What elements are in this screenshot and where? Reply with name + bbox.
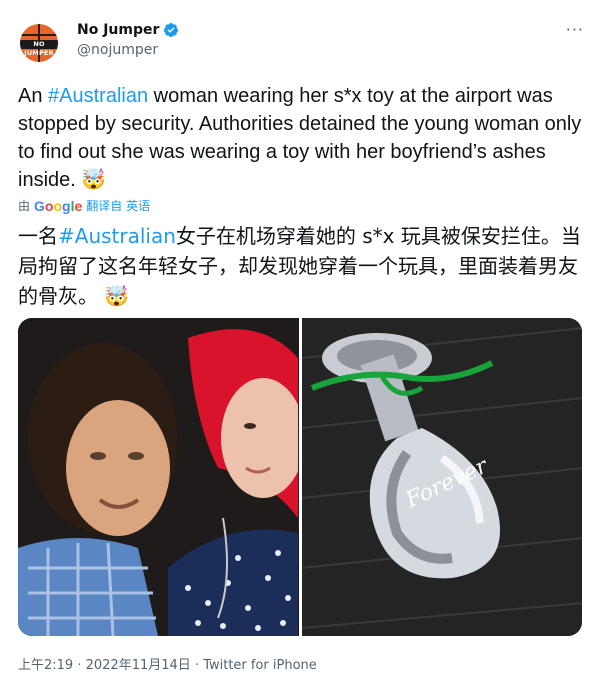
display-name[interactable]: No Jumper — [77, 22, 159, 38]
media-grid: Forever — [18, 318, 582, 636]
translation-prefix: 一名 — [18, 224, 58, 248]
exploding-head-emoji: 🤯 — [81, 169, 107, 191]
author-handle[interactable]: @nojumper — [77, 42, 158, 58]
avatar-logo-text: NO JUMPER — [20, 40, 58, 57]
author-name-row[interactable]: No Jumper — [77, 22, 179, 38]
translate-source-link[interactable]: 翻译自 英语 — [86, 197, 150, 214]
translation-emoji: 🤯 — [104, 284, 130, 308]
translated-text: 一名#Australian女子在机场穿着她的 s*x 玩具被保安拦住。当局拘留了… — [18, 221, 584, 311]
plug-photo[interactable]: Forever — [301, 318, 582, 636]
google-logo: Google — [34, 197, 83, 214]
hashtag-link[interactable]: #Australian — [48, 85, 148, 107]
couple-photo-illustration — [18, 318, 299, 636]
translation-hashtag-link[interactable]: #Australian — [58, 224, 176, 248]
translated-by-label: 由 — [18, 199, 31, 213]
tweet-metadata: 上午2:19 · 2022年11月14日 · Twitter for iPhon… — [18, 658, 317, 673]
tweet-prefix: An — [18, 85, 49, 107]
tweet-time[interactable]: 上午2:19 — [18, 658, 73, 673]
plug-photo-illustration: Forever — [301, 318, 582, 636]
couple-photo[interactable] — [18, 318, 299, 636]
more-icon[interactable]: ··· — [566, 20, 584, 39]
tweet-source[interactable]: Twitter for iPhone — [203, 658, 317, 673]
translation-attribution: 由 Google 翻译自 英语 — [18, 197, 150, 214]
avatar[interactable]: NO JUMPER — [18, 22, 60, 64]
tweet-text: An #Australian woman wearing her s*x toy… — [18, 82, 584, 194]
avatar-basketball-logo: NO JUMPER — [20, 24, 58, 62]
tweet-date[interactable]: 2022年11月14日 — [86, 658, 191, 673]
verified-badge-icon — [164, 23, 179, 37]
